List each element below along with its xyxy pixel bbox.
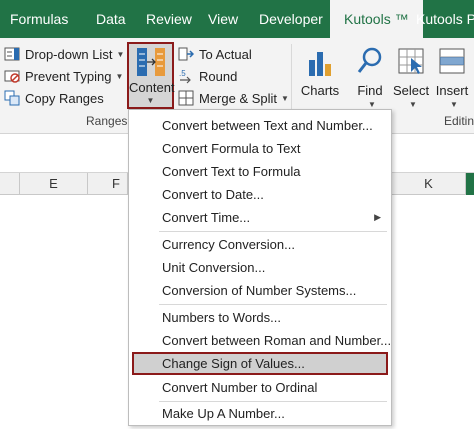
insert-button[interactable]: Insert ▼ — [434, 42, 470, 112]
find-label: Find — [357, 83, 383, 98]
tab-kutools-plus[interactable]: Kutools Plu — [416, 0, 474, 38]
menu-item-label: Convert to Date... — [162, 187, 264, 202]
menu-item-convert-to-date[interactable]: Convert to Date... — [129, 183, 391, 206]
column-header-f[interactable]: F — [88, 173, 128, 195]
menu-item-convert-text-number[interactable]: Convert between Text and Number... — [129, 114, 391, 137]
menu-item-currency-conversion[interactable]: Currency Conversion... — [129, 233, 391, 256]
column-header-e[interactable]: E — [20, 173, 88, 195]
editing-group-label: Editin — [444, 114, 474, 128]
copy-ranges-label: Copy Ranges — [25, 90, 104, 106]
merge-split-icon — [178, 90, 194, 106]
chevron-down-icon: ▼ — [281, 93, 289, 103]
select-button[interactable]: Select ▼ — [393, 42, 429, 112]
menu-item-convert-formula-to-text[interactable]: Convert Formula to Text — [129, 137, 391, 160]
menu-item-label: Numbers to Words... — [162, 310, 281, 325]
charts-button[interactable]: Charts — [300, 42, 340, 112]
menu-item-label: Convert Time... — [162, 210, 251, 225]
chevron-right-icon: ▶ — [374, 212, 381, 222]
round-icon: .5 — [179, 69, 191, 84]
chevron-down-icon: ▼ — [115, 71, 124, 81]
menu-item-numbers-to-words[interactable]: Numbers to Words... — [129, 306, 391, 329]
menu-item-label: Convert between Roman and Number... — [162, 333, 392, 348]
tab-developer[interactable]: Developer — [259, 0, 323, 38]
search-icon — [357, 47, 382, 73]
tab-data[interactable]: Data — [96, 0, 126, 38]
menu-item-number-systems[interactable]: Conversion of Number Systems... — [129, 279, 391, 302]
dropdown-list-icon — [4, 47, 20, 61]
menu-item-label: Currency Conversion... — [162, 237, 295, 252]
chevron-down-icon: ▼ — [450, 100, 458, 109]
tab-review[interactable]: Review — [146, 0, 192, 38]
svg-text:.5: .5 — [179, 69, 186, 78]
menu-item-label: Convert between Text and Number... — [162, 118, 373, 133]
menu-item-roman-number[interactable]: Convert between Roman and Number... — [129, 329, 391, 352]
column-header-partial[interactable] — [0, 173, 20, 195]
tab-view[interactable]: View — [208, 0, 238, 38]
menu-item-label: Unit Conversion... — [162, 260, 266, 275]
menu-separator — [159, 231, 387, 232]
to-actual-button[interactable]: To Actual — [178, 43, 252, 65]
content-icon — [137, 48, 165, 76]
menu-item-label: Convert Text to Formula — [162, 164, 301, 179]
ribbon-tab-bar: Formulas Data Review View Developer Kuto… — [0, 0, 474, 40]
chevron-down-icon: ▼ — [368, 100, 376, 109]
to-actual-icon — [178, 47, 194, 61]
prevent-typing-label: Prevent Typing — [25, 68, 112, 84]
menu-item-convert-text-to-formula[interactable]: Convert Text to Formula — [129, 160, 391, 183]
menu-item-label: Change Sign of Values... — [162, 356, 305, 371]
menu-item-number-to-ordinal[interactable]: Convert Number to Ordinal — [129, 376, 391, 399]
drop-down-list-button[interactable]: Drop-down List ▼ — [4, 43, 124, 65]
select-icon — [398, 48, 424, 74]
drop-down-list-label: Drop-down List — [25, 46, 113, 62]
prevent-typing-icon — [4, 70, 20, 83]
prevent-typing-button[interactable]: Prevent Typing ▼ — [4, 65, 123, 87]
menu-item-label: Convert Number to Ordinal — [162, 380, 318, 395]
tab-kutools[interactable]: Kutools ™ — [330, 0, 423, 40]
menu-item-label: Conversion of Number Systems... — [162, 283, 357, 298]
menu-item-change-sign-of-values[interactable]: Change Sign of Values... — [132, 352, 388, 375]
merge-split-button[interactable]: Merge & Split ▼ — [178, 87, 289, 109]
chevron-down-icon: ▼ — [409, 100, 417, 109]
charts-label: Charts — [300, 83, 340, 98]
menu-separator — [159, 304, 387, 305]
chevron-down-icon: ▼ — [146, 96, 155, 105]
content-button[interactable]: Content ▼ — [127, 42, 175, 109]
select-label: Select — [393, 83, 430, 98]
menu-item-label: Make Up A Number... — [162, 406, 285, 421]
insert-label: Insert — [435, 83, 469, 98]
round-button[interactable]: .5 Round — [178, 65, 237, 87]
menu-item-unit-conversion[interactable]: Unit Conversion... — [129, 256, 391, 279]
round-label: Round — [199, 68, 238, 84]
insert-icon — [439, 48, 465, 74]
tab-formulas[interactable]: Formulas — [10, 0, 68, 38]
content-dropdown-menu: Convert between Text and Number... Conve… — [128, 109, 392, 426]
chevron-down-icon: ▼ — [116, 49, 125, 59]
find-button[interactable]: Find ▼ — [352, 42, 388, 112]
excel-window: Formulas Data Review View Developer Kuto… — [0, 0, 474, 429]
menu-item-make-up-a-number[interactable]: Make Up A Number... — [129, 402, 391, 425]
charts-icon — [309, 52, 331, 76]
to-actual-label: To Actual — [199, 46, 252, 62]
column-header-k[interactable]: K — [392, 173, 466, 195]
content-label: Content — [129, 80, 175, 95]
merge-split-label: Merge & Split — [199, 90, 278, 106]
menu-item-convert-time[interactable]: Convert Time... ▶ — [129, 206, 391, 229]
menu-item-label: Convert Formula to Text — [162, 141, 301, 156]
column-header-partial-selected — [466, 173, 474, 195]
copy-ranges-icon — [4, 90, 20, 106]
copy-ranges-button[interactable]: Copy Ranges — [4, 87, 104, 109]
